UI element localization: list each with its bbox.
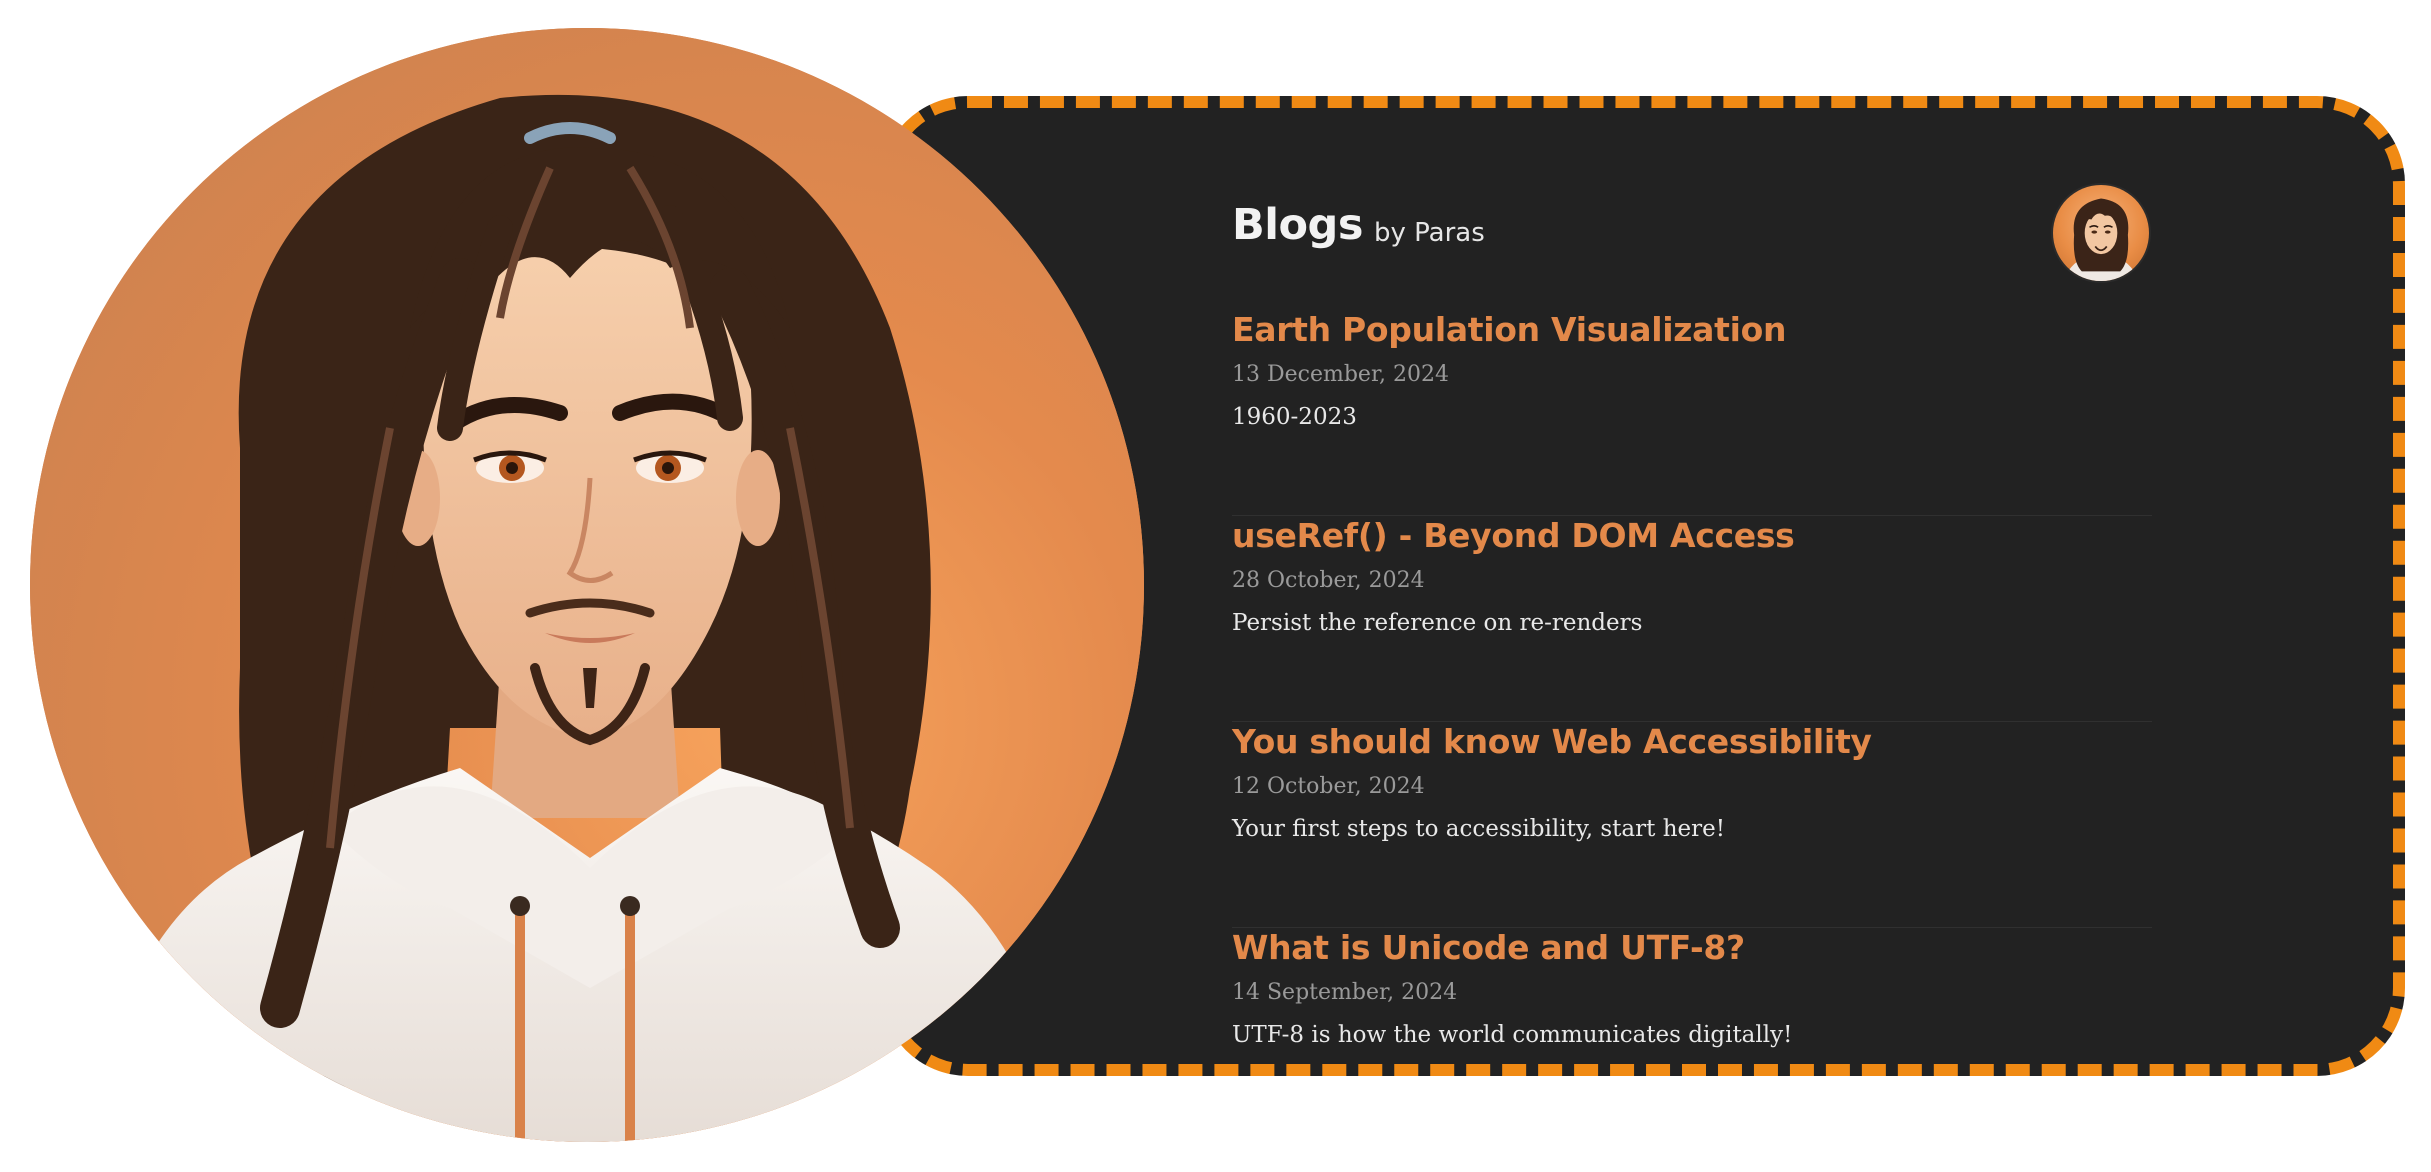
post-summary: Persist the reference on re-renders	[1232, 610, 1643, 636]
list-item[interactable]: What is Unicode and UTF-8? 14 September,…	[1232, 928, 2152, 1134]
portrait-illustration	[30, 28, 1144, 1142]
post-date: 28 October, 2024	[1232, 568, 1425, 593]
post-summary: Your first steps to accessibility, start…	[1232, 816, 1725, 842]
post-summary: UTF-8 is how the world communicates digi…	[1232, 1022, 1793, 1048]
list-item[interactable]: You should know Web Accessibility 12 Oct…	[1232, 722, 2152, 928]
list-item[interactable]: Earth Population Visualization 13 Decemb…	[1232, 310, 2152, 516]
post-date: 12 October, 2024	[1232, 774, 1425, 799]
post-list: Earth Population Visualization 13 Decemb…	[1232, 310, 2152, 1134]
post-summary: 1960-2023	[1232, 404, 1357, 430]
post-title-link[interactable]: What is Unicode and UTF-8?	[1232, 928, 1745, 967]
blog-card-content: Blogs by Paras Earth Population Visualiz…	[1232, 160, 2152, 1048]
page: Blogs by Paras Earth Population Visualiz…	[0, 0, 2431, 1172]
post-date: 14 September, 2024	[1232, 980, 1458, 1005]
author-byline: by Paras	[1374, 218, 1485, 248]
post-date: 13 December, 2024	[1232, 362, 1450, 387]
post-title-link[interactable]: Earth Population Visualization	[1232, 310, 1786, 349]
avatar-icon[interactable]	[2053, 185, 2149, 281]
post-title-link[interactable]: useRef() - Beyond DOM Access	[1232, 516, 1795, 555]
portrait-image	[30, 28, 1144, 1142]
page-title: Blogs	[1232, 200, 1363, 250]
avatar-illustration	[2062, 198, 2140, 281]
list-item[interactable]: useRef() - Beyond DOM Access 28 October,…	[1232, 516, 2152, 722]
blog-header: Blogs by Paras	[1232, 160, 2152, 281]
post-title-link[interactable]: You should know Web Accessibility	[1232, 722, 1872, 761]
